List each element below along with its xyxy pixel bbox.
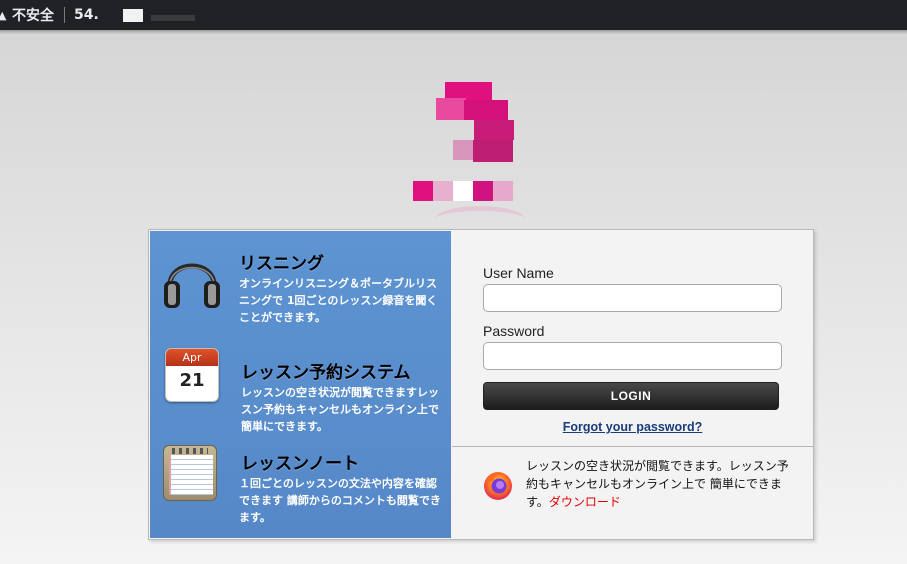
feature-title: レッスンノート bbox=[241, 454, 360, 474]
login-button[interactable]: LOGIN bbox=[483, 382, 779, 410]
url-redacted-block bbox=[122, 8, 143, 22]
password-input[interactable] bbox=[483, 342, 782, 370]
feature-description: １回ごとのレッスンの文法や内容を確認できます 講師からのコメントも閲覧できます。 bbox=[239, 477, 441, 524]
download-link[interactable]: ダウンロード bbox=[549, 495, 621, 509]
features-panel: リスニング オンラインリスニング＆ポータブルリスニングで 1回ごとのレッスン録音… bbox=[150, 231, 451, 538]
username-input[interactable] bbox=[483, 284, 782, 312]
address-separator bbox=[64, 7, 65, 23]
feature-listening: リスニング オンラインリスニング＆ポータブルリスニングで 1回ごとのレッスン録音… bbox=[150, 231, 451, 341]
notepad-icon bbox=[163, 445, 217, 501]
divider bbox=[452, 446, 813, 447]
toolbar-shadow bbox=[0, 30, 907, 34]
calendar-month: Apr bbox=[166, 349, 218, 366]
login-panel: リスニング オンラインリスニング＆ポータブルリスニングで 1回ごとのレッスン録音… bbox=[148, 229, 814, 540]
warning-icon: ▲ bbox=[0, 8, 7, 22]
url-text[interactable]: 54. bbox=[74, 7, 99, 23]
login-form: User Name Password LOGIN Forgot your pas… bbox=[452, 231, 813, 538]
feature-title: リスニング bbox=[239, 254, 324, 274]
username-label: User Name bbox=[483, 265, 554, 281]
download-description: レッスンの空き状況が閲覧できます。レッスン予約もキャンセルもオンライン上で 簡単… bbox=[526, 457, 796, 511]
calendar-icon: Apr 21 bbox=[165, 348, 219, 402]
feature-lesson-notes: レッスンノート １回ごとのレッスンの文法や内容を確認できます 講師からのコメント… bbox=[150, 436, 451, 536]
brand-logo bbox=[410, 78, 545, 228]
firefox-icon[interactable] bbox=[482, 469, 514, 501]
headphones-icon bbox=[164, 263, 220, 308]
forgot-password-link[interactable]: Forgot your password? bbox=[452, 420, 813, 434]
calendar-day: 21 bbox=[179, 370, 205, 391]
feature-description: レッスンの空き状況が閲覧できますレッスン予約もキャンセルもオンライン上で 簡単に… bbox=[241, 386, 439, 433]
feature-reservation: Apr 21 レッスン予約システム レッスンの空き状況が閲覧できますレッスン予約… bbox=[150, 341, 451, 441]
browser-address-bar[interactable]: ▲ 不安全 54. bbox=[0, 0, 907, 30]
feature-title: レッスン予約システム bbox=[241, 363, 411, 383]
security-label[interactable]: 不安全 bbox=[12, 5, 54, 25]
url-blurred-block bbox=[150, 15, 195, 21]
password-label: Password bbox=[483, 323, 545, 339]
feature-description: オンラインリスニング＆ポータブルリスニングで 1回ごとのレッスン録音を聞くことが… bbox=[239, 277, 438, 324]
